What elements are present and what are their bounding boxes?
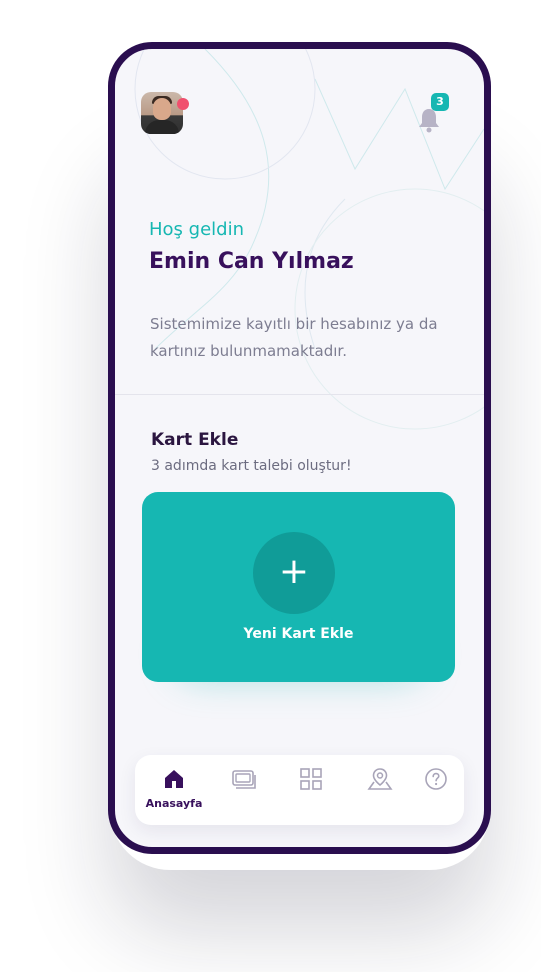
user-name: Emin Can Yılmaz [149, 249, 354, 274]
tab-home-label: Anasayfa [145, 797, 203, 810]
notification-badge: 3 [431, 93, 449, 111]
avatar-body [145, 120, 179, 134]
wallet-icon [232, 770, 256, 789]
map-pin-icon [367, 768, 393, 790]
add-card-label: Yeni Kart Ekle [243, 626, 354, 642]
home-icon [165, 770, 183, 788]
grid-icon [300, 768, 322, 790]
avatar-face [153, 98, 171, 120]
bottom-tab-bar: Anasayfa [135, 755, 464, 825]
welcome-greeting: Hoş geldin [149, 219, 244, 240]
tab-apps[interactable] [283, 755, 339, 825]
help-icon [425, 768, 447, 790]
tab-home[interactable]: Anasayfa [146, 755, 202, 825]
section-title: Kart Ekle [151, 430, 239, 450]
account-info-text: Sistemimize kayıtlı bir hesabınız ya da … [150, 315, 438, 360]
avatar[interactable] [141, 92, 183, 134]
status-dot [177, 98, 189, 110]
plus-icon: + [253, 532, 335, 614]
tab-wallet[interactable] [215, 755, 271, 825]
phone-frame: 3 Hoş geldin Emin Can Yılmaz Sistemimize… [108, 42, 491, 854]
tab-help[interactable] [408, 755, 464, 825]
tab-locations[interactable] [351, 755, 407, 825]
divider [115, 394, 484, 395]
section-subtitle: 3 adımda kart talebi oluştur! [151, 458, 352, 474]
add-card-button[interactable]: + Yeni Kart Ekle [142, 492, 455, 682]
